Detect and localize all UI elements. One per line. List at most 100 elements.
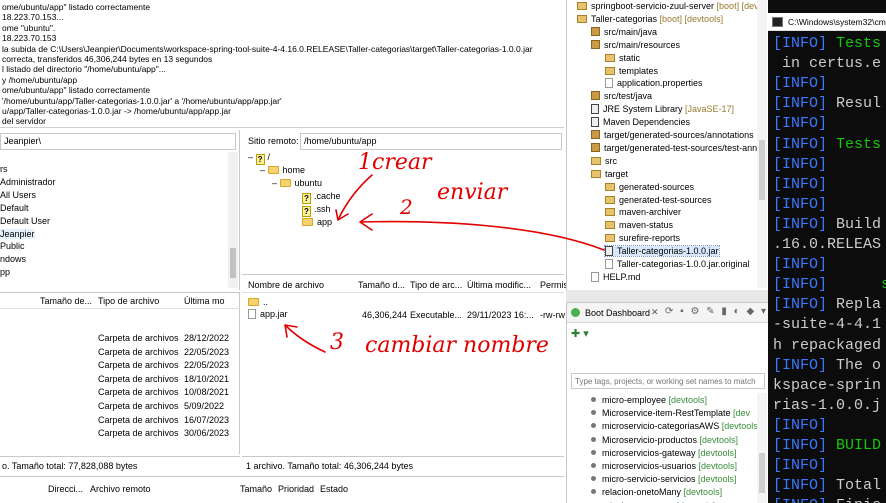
- local-tree-item[interactable]: pp: [0, 267, 10, 277]
- tree-item-app[interactable]: app: [302, 217, 332, 227]
- remote-path-input[interactable]: /home/ubuntu/app: [300, 133, 562, 150]
- terminal-line: [INFO]: [773, 155, 828, 173]
- project-tree-item[interactable]: application.properties: [605, 78, 703, 89]
- boot-app-item[interactable]: microservicios-usuarios [devtools]: [591, 461, 737, 471]
- project-tree-item[interactable]: src/test/java: [591, 91, 652, 101]
- local-tree-item[interactable]: Jeanpier: [0, 228, 35, 239]
- boot-app-item[interactable]: micro-servicio-servicios [devtools]: [591, 474, 737, 484]
- project-explorer-scrollbar[interactable]: [757, 0, 767, 288]
- project-tree-item[interactable]: springboot-servicio-zuul-server [boot] […: [577, 1, 759, 11]
- tree-item-home[interactable]: – home: [260, 165, 305, 175]
- project-tree-item[interactable]: generated-test-sources: [605, 195, 712, 205]
- project-tree-item[interactable]: JRE System Library [JavaSE-17]: [591, 104, 734, 115]
- project-tree-item[interactable]: HELP.md: [591, 271, 640, 282]
- local-row[interactable]: Carpeta de archivos 10/08/2021: [0, 387, 240, 400]
- boot-filter-input[interactable]: [571, 373, 765, 389]
- app-status-icon: [591, 410, 596, 416]
- local-row[interactable]: Carpeta de archivos 28/12/2022: [0, 333, 240, 346]
- annotation-step3: 3: [330, 330, 344, 355]
- col-filesize[interactable]: Tamaño d...: [358, 280, 405, 290]
- local-tree-item[interactable]: Default: [0, 203, 29, 213]
- local-tree-item[interactable]: rs: [0, 164, 8, 174]
- col-date[interactable]: Última mo: [184, 296, 225, 306]
- queue-col-remote-file[interactable]: Archivo remoto: [90, 484, 151, 494]
- local-row[interactable]: Carpeta de archivos 22/05/2023: [0, 347, 240, 360]
- queue-col-status[interactable]: Estado: [320, 484, 348, 494]
- project-tree-item[interactable]: Taller-categorias [boot] [devtools]: [577, 14, 723, 24]
- local-tree-item[interactable]: Administrador: [0, 177, 56, 187]
- local-directory-tree[interactable]: rs Administrador All Users Default Default U…: [0, 152, 228, 288]
- terminal-line: kspace-sprin: [773, 376, 882, 394]
- boot-app-item[interactable]: micro-employee [devtools]: [591, 395, 707, 405]
- boot-dashboard-scrollbar[interactable]: [757, 393, 767, 503]
- folder-icon: [267, 166, 279, 174]
- project-tree-item[interactable]: maven-status: [605, 220, 673, 230]
- boot-dashboard-tab[interactable]: Boot Dashboard ✕ ⟳ ▪ ⚙ ✎ ▮ ◐ ◆ ▾ ⧩: [567, 303, 782, 323]
- col-type[interactable]: Tipo de archivo: [98, 296, 159, 306]
- project-tree-item[interactable]: target: [591, 169, 628, 179]
- project-tree-item[interactable]: maven-archiver: [605, 207, 681, 217]
- local-tree-item[interactable]: ndows: [0, 254, 26, 264]
- log-line: u/app/Taller-categorias-1.0.0.jar -> /ho…: [2, 106, 231, 116]
- project-tree-item[interactable]: src: [591, 156, 617, 166]
- local-tree-scrollbar[interactable]: [228, 152, 238, 288]
- project-tree-item[interactable]: Taller-categorias-1.0.0.jar.original: [605, 259, 750, 269]
- project-tree-item[interactable]: target/generated-sources/annotations: [591, 130, 754, 140]
- local-path-text: Jeanpier\: [4, 136, 42, 146]
- local-row[interactable]: Carpeta de archivos 30/06/2023: [0, 428, 240, 441]
- terminal-line: [INFO]: [773, 115, 828, 133]
- col-filetype[interactable]: Tipo de arc...: [410, 280, 462, 290]
- tree-item-cache[interactable]: ? .cache: [302, 191, 341, 204]
- project-tree-item[interactable]: static: [605, 53, 640, 63]
- project-tree-item[interactable]: Taller-categorias-1.0.0.jar: [604, 245, 720, 258]
- local-tree-item[interactable]: All Users: [0, 190, 36, 200]
- project-tree-item[interactable]: generated-sources: [605, 182, 694, 192]
- queue-col-size[interactable]: Tamaño: [240, 484, 272, 494]
- queue-col-priority[interactable]: Prioridad: [278, 484, 314, 494]
- terminal-line: [INFO]: [773, 75, 828, 93]
- tree-item-ssh[interactable]: ? .ssh: [302, 204, 331, 217]
- local-tree-item[interactable]: Public: [0, 241, 25, 251]
- folder-icon: [591, 156, 601, 165]
- tree-item-root[interactable]: – ? /: [248, 152, 270, 165]
- local-row[interactable]: Carpeta de archivos 16/07/2023: [0, 415, 240, 428]
- project-tree-item[interactable]: target/generated-test-sources/test-ann: [591, 142, 757, 153]
- add-target-icon[interactable]: ✚ ▾: [571, 327, 589, 340]
- local-tree-item[interactable]: Default User: [0, 216, 50, 226]
- folder-icon: [605, 195, 615, 204]
- local-list-header: Tamaño de... Tipo de archivo Última mo: [0, 293, 240, 309]
- terminal-line: [INFO]: [773, 256, 828, 274]
- annotation-step3-words: cambiar nombre: [365, 333, 549, 358]
- boot-app-item[interactable]: Microservice-item-RestTemplate [dev: [591, 408, 750, 418]
- col-size[interactable]: Tamaño de...: [40, 296, 92, 306]
- folder-icon: [248, 298, 259, 306]
- terminal-line: -suite-4-4.1: [773, 316, 882, 334]
- terminal-line: [INFO] BUILD: [773, 437, 882, 454]
- project-tree-item[interactable]: templates: [605, 66, 658, 76]
- local-row[interactable]: Carpeta de archivos 5/09/2022: [0, 401, 240, 414]
- project-tree-item[interactable]: Maven Dependencies: [591, 117, 690, 128]
- toolbar-icons[interactable]: ⟳ ▪ ⚙ ✎ ▮ ◐ ◆ ▾ ⧩: [665, 306, 784, 317]
- col-filename[interactable]: Nombre de archivo: [248, 280, 324, 290]
- remote-status-bar: 1 archivo. Tamaño total: 46,306,244 byte…: [242, 456, 564, 474]
- boot-filter-field[interactable]: [572, 374, 764, 388]
- col-permissions[interactable]: Permis: [540, 280, 568, 290]
- local-row[interactable]: Carpeta de archivos 22/05/2023: [0, 360, 240, 373]
- folder-icon: [605, 66, 615, 75]
- remote-row-parent[interactable]: ..: [248, 297, 268, 307]
- close-icon[interactable]: ✕: [651, 307, 659, 318]
- col-modified[interactable]: Última modific...: [467, 280, 531, 290]
- project-tree-item[interactable]: src/main/java: [591, 26, 657, 37]
- local-row[interactable]: Carpeta de archivos 18/10/2021: [0, 374, 240, 387]
- boot-app-item[interactable]: microservicios-gateway [devtools]: [591, 448, 737, 458]
- project-tree-item[interactable]: src/main/resources: [591, 39, 680, 50]
- remote-row-app-jar[interactable]: app.jar 46,306,244 Executable... 29/11/2…: [242, 307, 565, 321]
- terminal-line: [INFO] Tests: [773, 135, 882, 153]
- boot-app-item[interactable]: relacion-onetoMany [devtools]: [591, 487, 722, 497]
- boot-app-item[interactable]: microservicio-categoriasAWS [devtools]: [591, 421, 760, 431]
- local-path-input[interactable]: Jeanpier\: [0, 133, 236, 150]
- boot-app-item[interactable]: Microservicio-productos [devtools]: [591, 435, 738, 445]
- project-tree-item[interactable]: surefire-reports: [605, 233, 680, 243]
- tree-item-ubuntu[interactable]: – ubuntu: [272, 178, 322, 188]
- queue-col-direction[interactable]: Direcci...: [48, 484, 83, 494]
